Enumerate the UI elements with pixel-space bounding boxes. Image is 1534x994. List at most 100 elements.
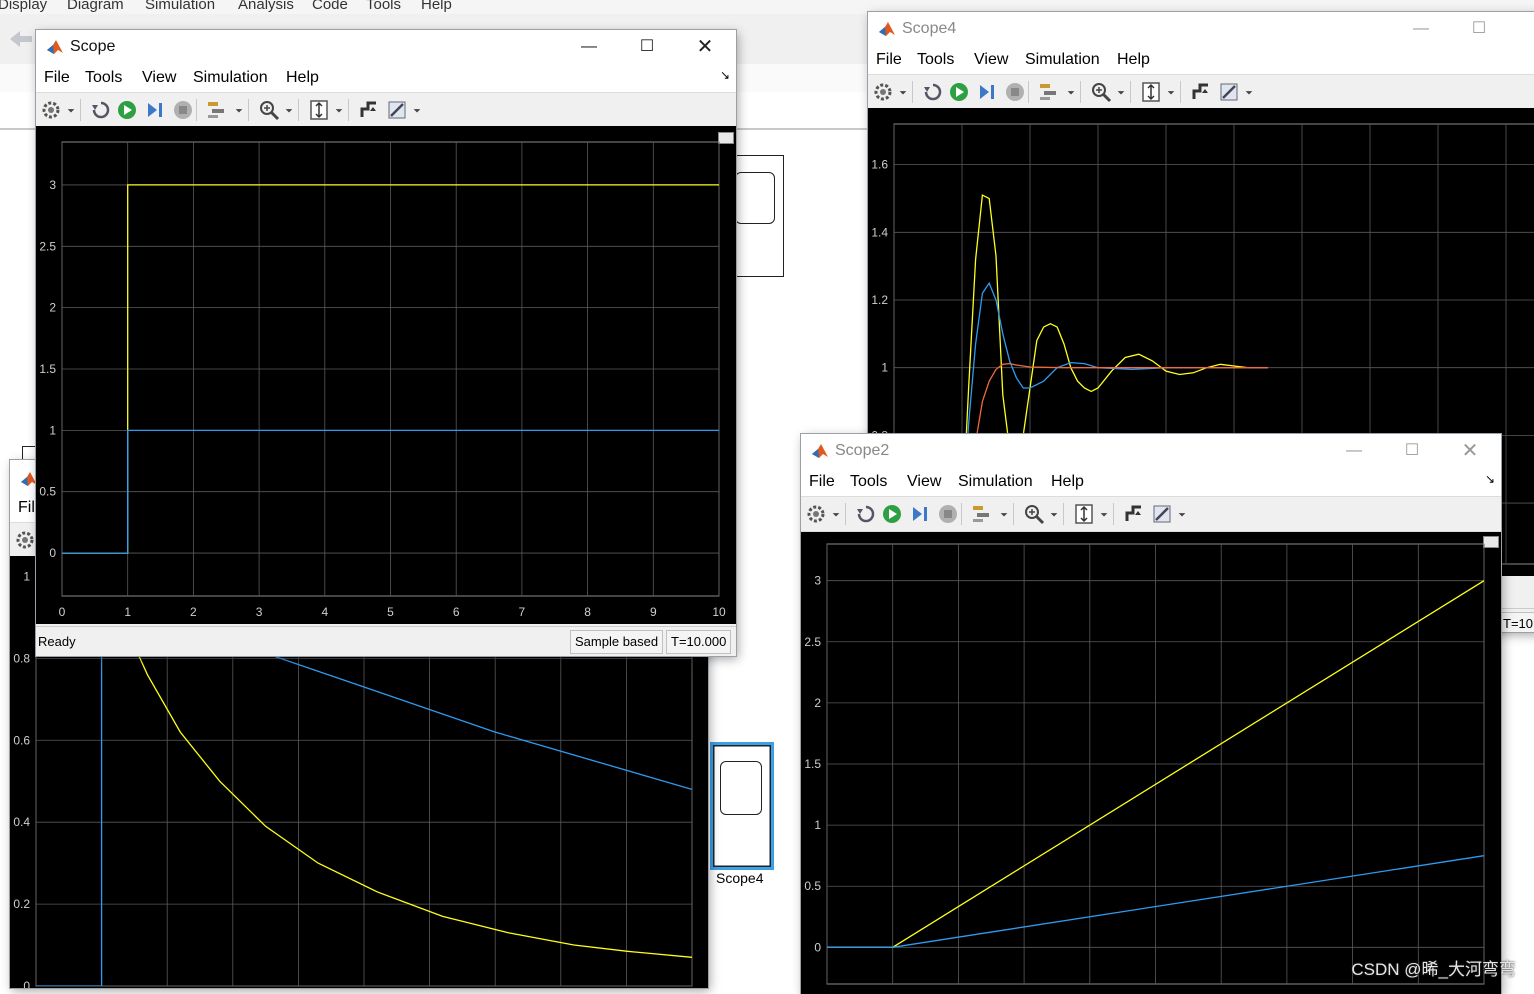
run-icon[interactable] xyxy=(116,99,138,121)
dropdown-arrow-icon[interactable] xyxy=(1166,81,1176,103)
scope4-block[interactable] xyxy=(710,742,774,870)
scope4-title: Scope4 xyxy=(902,20,957,37)
minimize-button[interactable]: — xyxy=(1398,16,1444,42)
run-icon[interactable] xyxy=(881,503,903,525)
dropdown-arrow-icon[interactable] xyxy=(234,99,244,121)
scope-menu-view[interactable]: View xyxy=(142,69,176,87)
dropdown-arrow-icon[interactable] xyxy=(831,503,841,525)
scope2-titlebar: Scope2 — ☐ ✕ xyxy=(801,434,1501,468)
y-tick-label: 0.6 xyxy=(13,733,30,747)
measurements-icon[interactable] xyxy=(1151,503,1173,525)
scope2-title: Scope2 xyxy=(835,442,890,459)
dropdown-arrow-icon[interactable] xyxy=(334,99,344,121)
scope2-menu-tools[interactable]: Tools xyxy=(850,473,887,491)
triggers-icon[interactable] xyxy=(358,99,380,121)
simulink-scope-block[interactable] xyxy=(728,155,784,277)
scope3-menu-file[interactable]: Fil xyxy=(18,499,35,517)
autoscale-icon[interactable] xyxy=(1073,503,1095,525)
close-button[interactable]: ✕ xyxy=(682,34,728,60)
step-forward-icon[interactable] xyxy=(976,81,998,103)
menu-code[interactable]: Code xyxy=(312,0,348,13)
highlight-icon[interactable] xyxy=(1038,81,1060,103)
scope-menu-tools[interactable]: Tools xyxy=(85,69,122,87)
restore-icon[interactable] xyxy=(90,99,112,121)
scope-menu-file[interactable]: File xyxy=(44,69,70,87)
menu-diagram[interactable]: Diagram xyxy=(67,0,124,13)
dropdown-arrow-icon[interactable] xyxy=(412,99,422,121)
menu-help[interactable]: Help xyxy=(421,0,452,13)
scope4-menu-file[interactable]: File xyxy=(876,51,902,69)
settings-gear-icon[interactable] xyxy=(14,529,36,551)
restore-icon[interactable] xyxy=(855,503,877,525)
dropdown-arrow-icon[interactable] xyxy=(1177,503,1187,525)
measurements-icon[interactable] xyxy=(386,99,408,121)
scope4-menu-simulation[interactable]: Simulation xyxy=(1025,51,1100,69)
dropdown-arrow-icon[interactable] xyxy=(66,99,76,121)
minimize-button[interactable]: — xyxy=(566,34,612,60)
restore-icon[interactable] xyxy=(922,81,944,103)
scope2-menu-help[interactable]: Help xyxy=(1051,473,1084,491)
menu-display[interactable]: Display xyxy=(0,0,47,13)
scope2-plot-area[interactable]: 0 0.5 1 1.5 2 2.5 3 xyxy=(801,532,1501,994)
zoom-icon[interactable] xyxy=(1090,81,1112,103)
minimize-button[interactable]: — xyxy=(1331,438,1377,464)
dropdown-arrow-icon[interactable] xyxy=(1244,81,1254,103)
scope4-menu-help[interactable]: Help xyxy=(1117,51,1150,69)
grid xyxy=(61,141,720,597)
menu-simulation[interactable]: Simulation xyxy=(145,0,215,13)
settings-gear-icon[interactable] xyxy=(805,503,827,525)
triggers-icon[interactable] xyxy=(1123,503,1145,525)
dropdown-arrow-icon[interactable] xyxy=(999,503,1009,525)
toolbar-separator xyxy=(348,99,349,121)
scope2-menu-view[interactable]: View xyxy=(907,473,941,491)
settings-gear-icon[interactable] xyxy=(872,81,894,103)
menu-tools[interactable]: Tools xyxy=(366,0,401,13)
measurements-icon[interactable] xyxy=(1218,81,1240,103)
dock-arrow-icon[interactable]: ↘ xyxy=(1485,472,1495,486)
scope2-menu-simulation[interactable]: Simulation xyxy=(958,473,1033,491)
step-forward-icon[interactable] xyxy=(909,503,931,525)
zoom-icon[interactable] xyxy=(258,99,280,121)
y-tick-label: 0.2 xyxy=(13,897,30,911)
dropdown-arrow-icon[interactable] xyxy=(898,81,908,103)
stop-icon[interactable] xyxy=(172,99,194,121)
autoscale-icon[interactable] xyxy=(308,99,330,121)
maximize-button[interactable]: ☐ xyxy=(624,34,670,60)
run-icon[interactable] xyxy=(948,81,970,103)
triggers-icon[interactable] xyxy=(1190,81,1212,103)
dropdown-arrow-icon[interactable] xyxy=(1049,503,1059,525)
menu-analysis[interactable]: Analysis xyxy=(238,0,294,13)
y-tick-label: 3 xyxy=(814,574,821,588)
matlab-logo-icon xyxy=(47,40,63,54)
highlight-icon[interactable] xyxy=(206,99,228,121)
scope-plot[interactable]: 0 0.5 1 1.5 2 2.5 3 0 1 2 3 4 5 6 7 8 9 10 xyxy=(36,126,736,624)
stop-icon[interactable] xyxy=(1004,81,1026,103)
scope4-menu-tools[interactable]: Tools xyxy=(917,51,954,69)
status-text: Ready xyxy=(38,634,76,649)
close-button[interactable]: ✕ xyxy=(1447,438,1493,464)
step-forward-icon[interactable] xyxy=(144,99,166,121)
maximize-button[interactable]: ☐ xyxy=(1456,16,1502,42)
stop-icon[interactable] xyxy=(937,503,959,525)
settings-gear-icon[interactable] xyxy=(40,99,62,121)
scope4-menu-view[interactable]: View xyxy=(974,51,1008,69)
scope-menu-simulation[interactable]: Simulation xyxy=(193,69,268,87)
dropdown-arrow-icon[interactable] xyxy=(1099,503,1109,525)
maximize-button[interactable]: ☐ xyxy=(1389,438,1435,464)
dropdown-arrow-icon[interactable] xyxy=(1116,81,1126,103)
dropdown-arrow-icon[interactable] xyxy=(1066,81,1076,103)
dropdown-arrow-icon[interactable] xyxy=(284,99,294,121)
time-readout: T=10.000 xyxy=(666,630,732,654)
scope-menu-help[interactable]: Help xyxy=(286,69,319,87)
toolbar-separator xyxy=(1028,81,1029,103)
scope2-plot[interactable]: 0 0.5 1 1.5 2 2.5 3 xyxy=(801,532,1501,994)
dock-arrow-icon[interactable]: ↘ xyxy=(720,68,730,82)
back-arrow-icon[interactable] xyxy=(6,28,34,50)
zoom-icon[interactable] xyxy=(1023,503,1045,525)
highlight-icon[interactable] xyxy=(971,503,993,525)
scope-plot-area[interactable]: 0 0.5 1 1.5 2 2.5 3 0 1 2 3 4 5 6 7 8 9 10 xyxy=(36,126,736,624)
scope2-menu-file[interactable]: File xyxy=(809,473,835,491)
x-tick-label: 8 xyxy=(584,605,591,619)
toolbar-separator xyxy=(912,81,913,103)
autoscale-icon[interactable] xyxy=(1140,81,1162,103)
